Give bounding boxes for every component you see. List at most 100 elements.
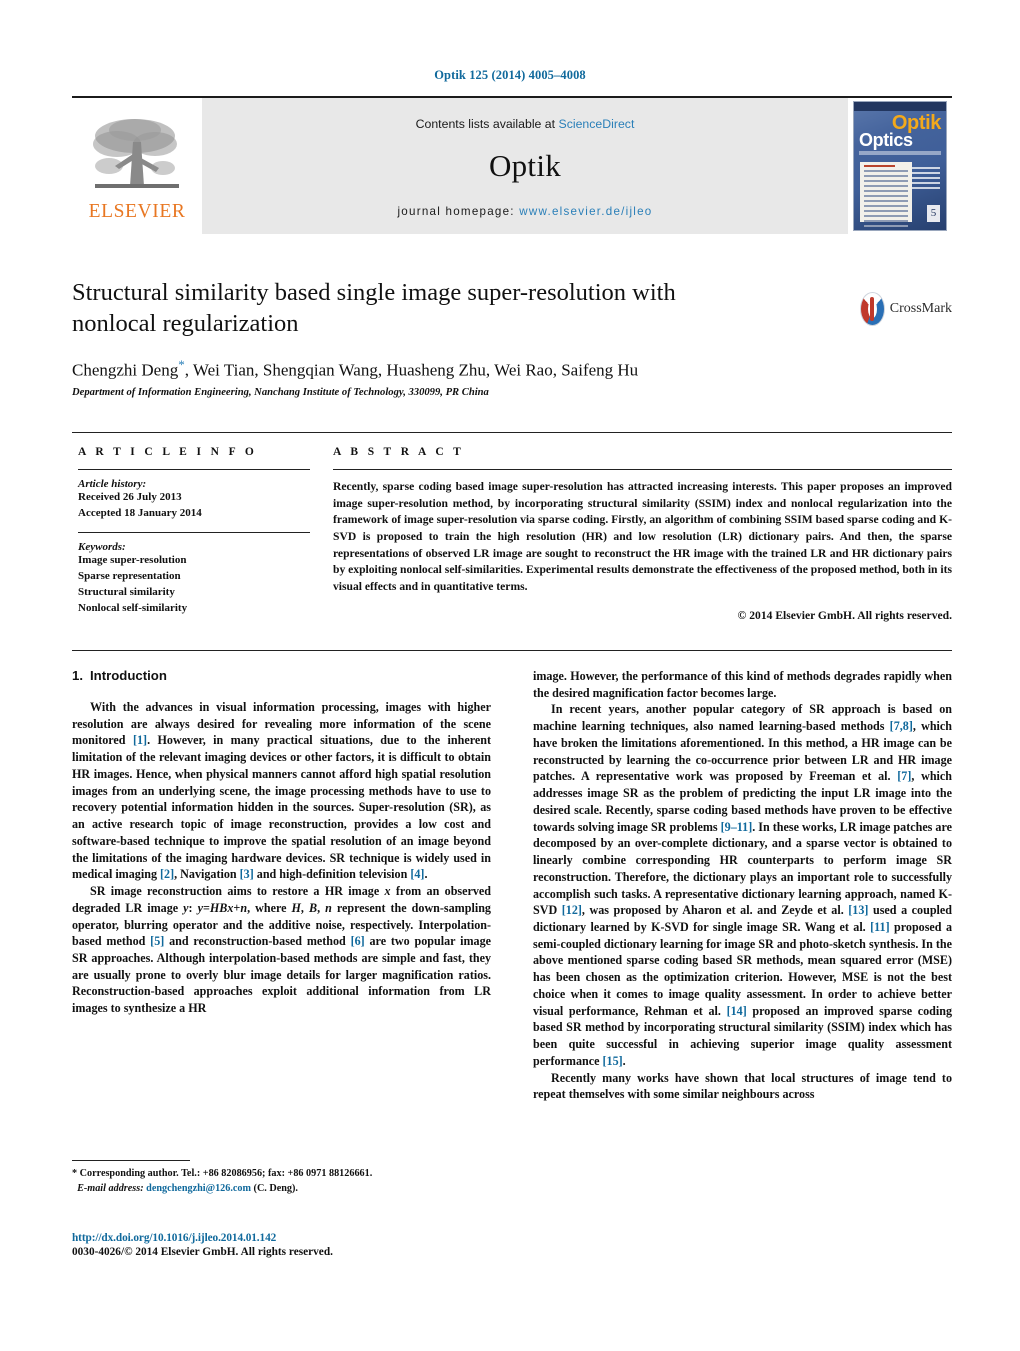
masthead-center: Contents lists available at ScienceDirec… <box>202 98 848 234</box>
text-run: , Navigation <box>174 867 240 882</box>
paper-page: Optik 125 (2014) 4005–4008 ELSEVIER Cont… <box>0 0 1020 1351</box>
text-run: image. However, the performance of this … <box>533 669 952 700</box>
citation-link[interactable]: [15] <box>603 1054 623 1068</box>
info-divider-2 <box>78 532 310 534</box>
abstract-copyright: © 2014 Elsevier GmbH. All rights reserve… <box>737 608 952 622</box>
cover-contents-panel <box>860 162 912 227</box>
right-column-paragraphs: image. However, the performance of this … <box>533 668 952 1103</box>
text-run: . <box>622 1053 626 1068</box>
affiliation: Department of Information Engineering, N… <box>72 387 489 399</box>
citation-link[interactable]: [1] <box>133 733 147 747</box>
citation-link[interactable]: [11] <box>870 920 889 934</box>
footnote-block: * Corresponding author. Tel.: +86 820869… <box>72 1160 491 1197</box>
math-variable: H <box>291 900 301 915</box>
author-list: Chengzhi Deng*, Wei Tian, Shengqian Wang… <box>72 357 862 381</box>
elsevier-logo: ELSEVIER <box>72 98 202 234</box>
homepage-prefix: journal homepage: <box>397 205 515 218</box>
info-divider-1 <box>78 469 310 470</box>
cover-artwork: Optik Optics 5 <box>853 101 947 231</box>
left-column-paragraphs: With the advances in visual information … <box>72 699 491 1017</box>
citation-link[interactable]: [14] <box>727 1004 747 1018</box>
running-head: Optik 125 (2014) 4005–4008 <box>434 68 586 82</box>
journal-title: Optik <box>488 148 562 183</box>
elsevier-wordmark: ELSEVIER <box>88 200 186 222</box>
math-variable: n <box>325 900 332 915</box>
corresponding-author-note: * Corresponding author. Tel.: +86 820869… <box>72 1168 373 1179</box>
citation-link[interactable]: [13] <box>848 903 868 917</box>
contents-available-line: Contents lists available at ScienceDirec… <box>416 117 635 131</box>
right-column: image. However, the performance of this … <box>533 668 952 1208</box>
sciencedirect-link[interactable]: ScienceDirect <box>559 117 635 131</box>
doi-block: http://dx.doi.org/10.1016/j.ijleo.2014.0… <box>72 1232 572 1258</box>
citation-link[interactable]: [9–11] <box>721 820 753 834</box>
text-run: . <box>424 867 428 882</box>
article-info-column: A R T I C L E I N F O Article history: R… <box>78 446 310 617</box>
author-first: Chengzhi Deng <box>72 360 179 380</box>
section-heading-introduction: 1. Introduction <box>72 668 491 683</box>
text-run: , <box>300 900 309 915</box>
section-title: Introduction <box>90 668 167 683</box>
abstract-column: A B S T R A C T Recently, sparse coding … <box>333 446 952 622</box>
keywords-label: Keywords: <box>78 541 126 554</box>
title-block: Structural similarity based single image… <box>72 278 952 398</box>
abstract-divider <box>333 469 952 470</box>
text-run: SR image reconstruction aims to restore … <box>90 884 385 899</box>
math-variable: B <box>308 900 318 915</box>
abstract-heading: A B S T R A C T <box>333 446 465 458</box>
citation-link[interactable]: [6] <box>351 934 365 948</box>
body-columns: 1. Introduction With the advances in visu… <box>72 668 952 1208</box>
footnote-rule <box>72 1160 190 1161</box>
citation-link[interactable]: [2] <box>160 867 174 881</box>
keyword-item: Image super-resolution <box>78 554 187 567</box>
contents-prefix: Contents lists available at <box>415 117 556 131</box>
cover-side-lines <box>912 164 940 192</box>
journal-cover-thumbnail: Optik Optics 5 <box>848 98 952 234</box>
text-run: , where <box>247 900 292 915</box>
text-run: . However, in many practical situations,… <box>72 733 491 882</box>
body-paragraph: In recent years, another popular categor… <box>533 701 952 1069</box>
body-paragraph: Recently many works have shown that loca… <box>533 1070 952 1103</box>
citation-link[interactable]: [12] <box>562 903 582 917</box>
keyword-item: Sparse representation <box>78 570 181 583</box>
crossmark-icon <box>860 292 885 326</box>
email-suffix: (C. Deng). <box>253 1182 298 1194</box>
citation-link[interactable]: [5] <box>150 934 164 948</box>
article-history-label: Article history: <box>78 478 147 490</box>
section-number: 1. <box>72 668 83 683</box>
math-variable: HBx <box>209 900 234 915</box>
cover-title-optics: Optics <box>859 130 913 150</box>
cover-badge: 5 <box>927 205 940 222</box>
text-run: : <box>188 900 198 915</box>
citation-link[interactable]: [4] <box>410 867 424 881</box>
doi-link[interactable]: http://dx.doi.org/10.1016/j.ijleo.2014.0… <box>72 1232 572 1244</box>
keyword-item: Nonlocal self-similarity <box>78 602 188 615</box>
issn-copyright: 0030-4026/© 2014 Elsevier GmbH. All righ… <box>72 1246 333 1258</box>
text-run: , was proposed by Aharon et al. and Zeyd… <box>581 903 849 918</box>
elsevier-tree-icon <box>89 114 185 200</box>
keyword-item: Structural similarity <box>78 586 175 599</box>
author-rest: , Wei Tian, Shengqian Wang, Huasheng Zhu… <box>184 360 639 380</box>
journal-masthead: ELSEVIER Contents lists available at Sci… <box>72 96 952 234</box>
info-top-rule <box>72 432 952 433</box>
cover-subtitle-bar <box>859 151 941 155</box>
text-run: and high-definition television <box>253 867 411 882</box>
received-date: Received 26 July 2013 <box>78 491 182 503</box>
abstract-bottom-rule <box>72 650 952 651</box>
citation-link[interactable]: [7,8] <box>890 719 913 733</box>
email-note: E-mail address: dengchengzhi@126.com (C.… <box>72 1182 491 1197</box>
homepage-url-link[interactable]: www.elsevier.de/ijleo <box>519 205 652 218</box>
body-paragraph: With the advances in visual information … <box>72 699 491 883</box>
citation-link[interactable]: [3] <box>240 867 254 881</box>
left-column: 1. Introduction With the advances in visu… <box>72 668 491 1208</box>
page-title: Structural similarity based single image… <box>72 279 676 337</box>
crossmark-badge[interactable]: CrossMark <box>860 286 952 332</box>
crossmark-label: CrossMark <box>889 301 952 316</box>
text-run: and reconstruction-based method <box>164 934 351 949</box>
email-link[interactable]: dengchengzhi@126.com <box>146 1183 251 1194</box>
text-run: Recently many works have shown that loca… <box>533 1070 952 1102</box>
citation-link[interactable]: [7] <box>897 769 911 783</box>
body-paragraph: SR image reconstruction aims to restore … <box>72 883 491 1017</box>
text-run: = <box>202 900 210 915</box>
abstract-text: Recently, sparse coding based image supe… <box>333 480 952 594</box>
journal-homepage-line: journal homepage: www.elsevier.de/ijleo <box>397 205 652 218</box>
